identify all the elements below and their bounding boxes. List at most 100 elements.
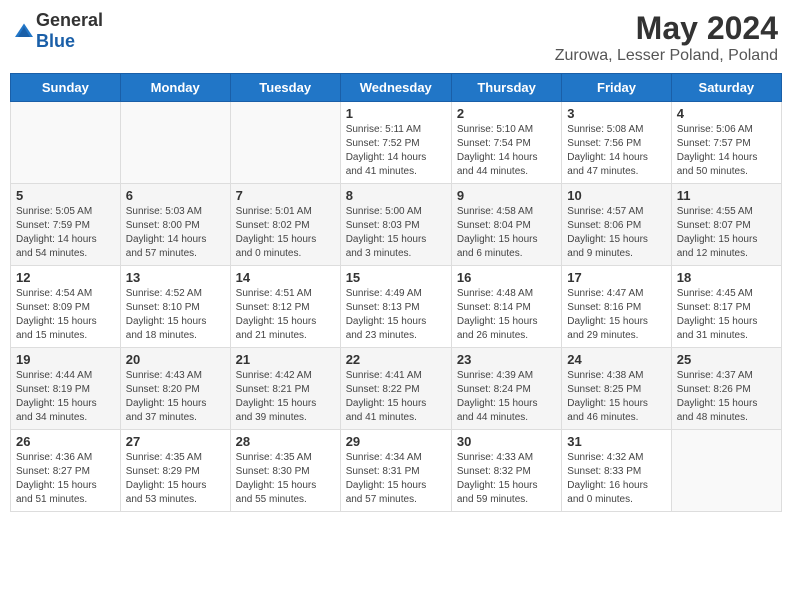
day-number: 26 bbox=[16, 434, 115, 449]
day-info: Sunrise: 4:38 AM Sunset: 8:25 PM Dayligh… bbox=[567, 369, 665, 425]
calendar-cell: 7 Sunrise: 5:01 AM Sunset: 8:02 PM Daylig… bbox=[230, 184, 340, 266]
logo-blue-text: Blue bbox=[36, 31, 75, 51]
day-info: Sunrise: 5:00 AM Sunset: 8:03 PM Dayligh… bbox=[346, 205, 446, 261]
weekday-header-wednesday: Wednesday bbox=[340, 74, 451, 102]
day-number: 16 bbox=[457, 270, 556, 285]
calendar-week-2: 5 Sunrise: 5:05 AM Sunset: 7:59 PM Daylig… bbox=[11, 184, 782, 266]
day-number: 28 bbox=[236, 434, 335, 449]
weekday-header-monday: Monday bbox=[120, 74, 230, 102]
day-number: 2 bbox=[457, 106, 556, 121]
calendar-table: SundayMondayTuesdayWednesdayThursdayFrid… bbox=[10, 73, 782, 512]
weekday-header-thursday: Thursday bbox=[451, 74, 561, 102]
calendar-week-5: 26 Sunrise: 4:36 AM Sunset: 8:27 PM Dayli… bbox=[11, 430, 782, 512]
logo: General Blue bbox=[14, 10, 103, 52]
calendar-cell: 23 Sunrise: 4:39 AM Sunset: 8:24 PM Dayli… bbox=[451, 348, 561, 430]
day-info: Sunrise: 5:03 AM Sunset: 8:00 PM Dayligh… bbox=[126, 205, 225, 261]
calendar-cell: 26 Sunrise: 4:36 AM Sunset: 8:27 PM Dayli… bbox=[11, 430, 121, 512]
day-info: Sunrise: 5:11 AM Sunset: 7:52 PM Dayligh… bbox=[346, 123, 446, 179]
calendar-cell: 8 Sunrise: 5:00 AM Sunset: 8:03 PM Daylig… bbox=[340, 184, 451, 266]
day-number: 12 bbox=[16, 270, 115, 285]
calendar-cell: 31Sunrise: 4:32 AM Sunset: 8:33 PM Dayli… bbox=[562, 430, 671, 512]
page-header: General Blue May 2024 Zurowa, Lesser Pol… bbox=[10, 10, 782, 65]
calendar-cell: 27Sunrise: 4:35 AM Sunset: 8:29 PM Dayli… bbox=[120, 430, 230, 512]
day-number: 30 bbox=[457, 434, 556, 449]
calendar-cell: 11Sunrise: 4:55 AM Sunset: 8:07 PM Dayli… bbox=[671, 184, 781, 266]
day-info: Sunrise: 5:08 AM Sunset: 7:56 PM Dayligh… bbox=[567, 123, 665, 179]
day-number: 19 bbox=[16, 352, 115, 367]
day-info: Sunrise: 4:41 AM Sunset: 8:22 PM Dayligh… bbox=[346, 369, 446, 425]
day-info: Sunrise: 4:34 AM Sunset: 8:31 PM Dayligh… bbox=[346, 451, 446, 507]
calendar-cell: 12 Sunrise: 4:54 AM Sunset: 8:09 PM Dayli… bbox=[11, 266, 121, 348]
day-info: Sunrise: 4:52 AM Sunset: 8:10 PM Dayligh… bbox=[126, 287, 225, 343]
day-number: 22 bbox=[346, 352, 446, 367]
day-number: 20 bbox=[126, 352, 225, 367]
day-info: Sunrise: 4:36 AM Sunset: 8:27 PM Dayligh… bbox=[16, 451, 115, 507]
calendar-cell: 9 Sunrise: 4:58 AM Sunset: 8:04 PM Daylig… bbox=[451, 184, 561, 266]
day-info: Sunrise: 4:47 AM Sunset: 8:16 PM Dayligh… bbox=[567, 287, 665, 343]
day-info: Sunrise: 5:10 AM Sunset: 7:54 PM Dayligh… bbox=[457, 123, 556, 179]
calendar-cell: 28 Sunrise: 4:35 AM Sunset: 8:30 PM Dayli… bbox=[230, 430, 340, 512]
calendar-cell: 6Sunrise: 5:03 AM Sunset: 8:00 PM Daylig… bbox=[120, 184, 230, 266]
location-subtitle: Zurowa, Lesser Poland, Poland bbox=[555, 47, 778, 65]
day-number: 29 bbox=[346, 434, 446, 449]
calendar-cell: 5 Sunrise: 5:05 AM Sunset: 7:59 PM Daylig… bbox=[11, 184, 121, 266]
day-number: 21 bbox=[236, 352, 335, 367]
day-info: Sunrise: 4:33 AM Sunset: 8:32 PM Dayligh… bbox=[457, 451, 556, 507]
month-title: May 2024 bbox=[555, 10, 778, 47]
weekday-header-tuesday: Tuesday bbox=[230, 74, 340, 102]
day-number: 25 bbox=[677, 352, 776, 367]
day-info: Sunrise: 4:57 AM Sunset: 8:06 PM Dayligh… bbox=[567, 205, 665, 261]
day-number: 5 bbox=[16, 188, 115, 203]
calendar-cell: 30 Sunrise: 4:33 AM Sunset: 8:32 PM Dayli… bbox=[451, 430, 561, 512]
day-number: 3 bbox=[567, 106, 665, 121]
calendar-cell: 29 Sunrise: 4:34 AM Sunset: 8:31 PM Dayli… bbox=[340, 430, 451, 512]
day-number: 9 bbox=[457, 188, 556, 203]
day-number: 24 bbox=[567, 352, 665, 367]
day-info: Sunrise: 5:01 AM Sunset: 8:02 PM Dayligh… bbox=[236, 205, 335, 261]
calendar-cell: 16 Sunrise: 4:48 AM Sunset: 8:14 PM Dayli… bbox=[451, 266, 561, 348]
day-info: Sunrise: 5:05 AM Sunset: 7:59 PM Dayligh… bbox=[16, 205, 115, 261]
calendar-cell: 18 Sunrise: 4:45 AM Sunset: 8:17 PM Dayli… bbox=[671, 266, 781, 348]
day-number: 31 bbox=[567, 434, 665, 449]
calendar-cell: 3 Sunrise: 5:08 AM Sunset: 7:56 PM Daylig… bbox=[562, 102, 671, 184]
day-info: Sunrise: 5:06 AM Sunset: 7:57 PM Dayligh… bbox=[677, 123, 776, 179]
day-number: 7 bbox=[236, 188, 335, 203]
day-info: Sunrise: 4:48 AM Sunset: 8:14 PM Dayligh… bbox=[457, 287, 556, 343]
day-info: Sunrise: 4:43 AM Sunset: 8:20 PM Dayligh… bbox=[126, 369, 225, 425]
calendar-cell: 15 Sunrise: 4:49 AM Sunset: 8:13 PM Dayli… bbox=[340, 266, 451, 348]
day-number: 13 bbox=[126, 270, 225, 285]
calendar-cell: 24 Sunrise: 4:38 AM Sunset: 8:25 PM Dayli… bbox=[562, 348, 671, 430]
calendar-cell: 19 Sunrise: 4:44 AM Sunset: 8:19 PM Dayli… bbox=[11, 348, 121, 430]
day-info: Sunrise: 4:54 AM Sunset: 8:09 PM Dayligh… bbox=[16, 287, 115, 343]
weekday-header-friday: Friday bbox=[562, 74, 671, 102]
calendar-cell: 10 Sunrise: 4:57 AM Sunset: 8:06 PM Dayli… bbox=[562, 184, 671, 266]
day-info: Sunrise: 4:45 AM Sunset: 8:17 PM Dayligh… bbox=[677, 287, 776, 343]
weekday-header-saturday: Saturday bbox=[671, 74, 781, 102]
calendar-cell bbox=[11, 102, 121, 184]
day-number: 4 bbox=[677, 106, 776, 121]
day-number: 10 bbox=[567, 188, 665, 203]
calendar-week-1: 1 Sunrise: 5:11 AM Sunset: 7:52 PM Daylig… bbox=[11, 102, 782, 184]
calendar-cell: 25Sunrise: 4:37 AM Sunset: 8:26 PM Dayli… bbox=[671, 348, 781, 430]
day-number: 8 bbox=[346, 188, 446, 203]
day-number: 15 bbox=[346, 270, 446, 285]
calendar-cell: 17Sunrise: 4:47 AM Sunset: 8:16 PM Dayli… bbox=[562, 266, 671, 348]
day-info: Sunrise: 4:49 AM Sunset: 8:13 PM Dayligh… bbox=[346, 287, 446, 343]
logo-icon bbox=[14, 21, 34, 41]
calendar-cell: 4 Sunrise: 5:06 AM Sunset: 7:57 PM Daylig… bbox=[671, 102, 781, 184]
calendar-cell: 20 Sunrise: 4:43 AM Sunset: 8:20 PM Dayli… bbox=[120, 348, 230, 430]
day-number: 27 bbox=[126, 434, 225, 449]
calendar-cell bbox=[671, 430, 781, 512]
day-info: Sunrise: 4:58 AM Sunset: 8:04 PM Dayligh… bbox=[457, 205, 556, 261]
calendar-cell: 2 Sunrise: 5:10 AM Sunset: 7:54 PM Daylig… bbox=[451, 102, 561, 184]
weekday-header-row: SundayMondayTuesdayWednesdayThursdayFrid… bbox=[11, 74, 782, 102]
day-number: 14 bbox=[236, 270, 335, 285]
day-number: 1 bbox=[346, 106, 446, 121]
day-info: Sunrise: 4:35 AM Sunset: 8:30 PM Dayligh… bbox=[236, 451, 335, 507]
day-info: Sunrise: 4:44 AM Sunset: 8:19 PM Dayligh… bbox=[16, 369, 115, 425]
day-info: Sunrise: 4:51 AM Sunset: 8:12 PM Dayligh… bbox=[236, 287, 335, 343]
day-number: 11 bbox=[677, 188, 776, 203]
day-number: 18 bbox=[677, 270, 776, 285]
day-info: Sunrise: 4:39 AM Sunset: 8:24 PM Dayligh… bbox=[457, 369, 556, 425]
day-number: 23 bbox=[457, 352, 556, 367]
